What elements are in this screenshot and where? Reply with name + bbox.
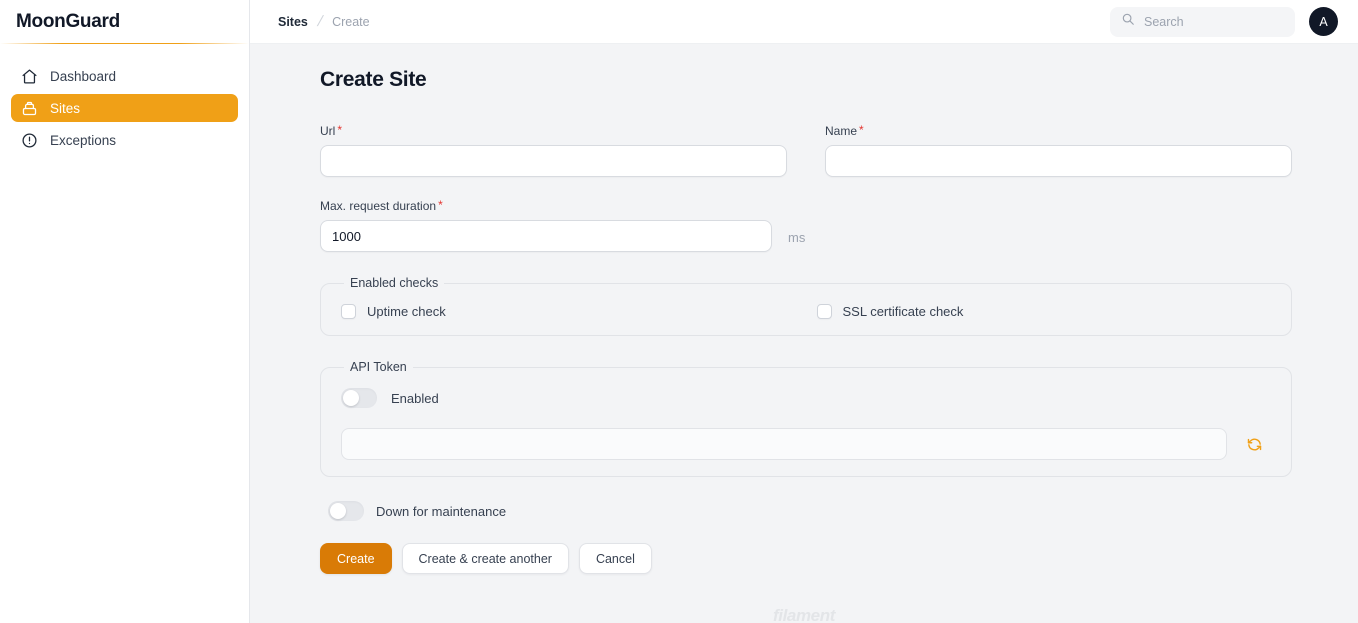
api-token-enabled-row[interactable]: Enabled — [341, 388, 1271, 408]
topbar: Sites / Create A — [250, 0, 1358, 44]
uptime-check-label[interactable]: Uptime check — [367, 304, 446, 319]
enabled-checks-fieldset: Enabled checks Uptime check SSL certific… — [320, 276, 1292, 336]
search-icon — [1121, 12, 1135, 31]
app-root: MoonGuard Dashboard Sites Exceptions Sit… — [0, 0, 1358, 623]
url-input[interactable] — [320, 145, 787, 177]
form-row-url-name: Url * Name * — [320, 122, 1292, 177]
sidebar-item-sites[interactable]: Sites — [11, 94, 238, 122]
api-token-row — [341, 428, 1271, 460]
ssl-certificate-check-checkbox[interactable] — [816, 304, 832, 319]
content-area: Create Site Url * Name * Max. request du… — [250, 44, 1358, 623]
field-name: Name * — [825, 122, 1292, 177]
toggle-knob — [343, 390, 359, 406]
enabled-checks-row: Uptime check SSL certificate check — [341, 304, 1271, 319]
sidebar-item-label: Dashboard — [50, 68, 117, 84]
api-token-legend: API Token — [350, 360, 407, 374]
field-max-request-duration: Max. request duration * — [320, 197, 772, 252]
avatar[interactable]: A — [1309, 7, 1338, 36]
search-box[interactable] — [1110, 6, 1295, 37]
brand-divider — [0, 43, 249, 44]
server-icon — [21, 100, 38, 117]
url-label: Url * — [320, 124, 342, 138]
alert-circle-icon — [21, 132, 38, 149]
sidebar-item-exceptions[interactable]: Exceptions — [11, 126, 238, 154]
ssl-certificate-check-label[interactable]: SSL certificate check — [843, 304, 964, 319]
filament-watermark: filament — [773, 606, 835, 623]
breadcrumb: Sites / Create — [278, 13, 370, 30]
maintenance-toggle[interactable] — [328, 501, 364, 521]
required-marker: * — [438, 198, 443, 212]
create-and-create-another-button[interactable]: Create & create another — [401, 543, 569, 574]
max-request-duration-label-text: Max. request duration — [320, 199, 437, 213]
brand[interactable]: MoonGuard — [0, 0, 249, 44]
maintenance-label[interactable]: Down for maintenance — [376, 504, 506, 519]
checkbox-ssl-certificate-check[interactable]: SSL certificate check — [796, 304, 1272, 319]
uptime-check-checkbox[interactable] — [341, 304, 356, 319]
api-token-fieldset: API Token Enabled — [320, 360, 1292, 477]
brand-name: MoonGuard — [16, 11, 120, 32]
api-token-enabled-toggle[interactable] — [341, 388, 377, 408]
breadcrumb-current: Create — [332, 14, 370, 29]
create-site-form: Create Site Url * Name * Max. request du… — [250, 68, 1358, 574]
toggle-knob — [330, 503, 346, 519]
maintenance-row[interactable]: Down for maintenance — [328, 501, 1292, 521]
api-token-input[interactable] — [341, 428, 1227, 460]
name-label: Name * — [825, 124, 864, 138]
sidebar-item-label: Sites — [50, 100, 81, 116]
sidebar-nav: Dashboard Sites Exceptions — [0, 44, 249, 154]
refresh-icon[interactable] — [1237, 428, 1271, 460]
form-actions: Create Create & create another Cancel — [320, 543, 1292, 574]
checkbox-uptime-check[interactable]: Uptime check — [341, 304, 796, 319]
sidebar-item-dashboard[interactable]: Dashboard — [11, 62, 238, 90]
sidebar: MoonGuard Dashboard Sites Exceptions — [0, 0, 250, 623]
enabled-checks-legend: Enabled checks — [350, 276, 439, 290]
field-url: Url * — [320, 122, 787, 177]
cancel-button[interactable]: Cancel — [578, 543, 652, 574]
max-request-duration-input[interactable] — [320, 220, 772, 252]
search-input[interactable] — [1144, 14, 1284, 29]
max-request-duration-label: Max. request duration * — [320, 199, 443, 213]
required-marker: * — [337, 123, 342, 137]
required-marker: * — [859, 123, 864, 137]
topbar-actions: A — [1110, 6, 1338, 37]
url-label-text: Url — [320, 124, 336, 138]
form-row-duration: Max. request duration * ms — [320, 197, 1292, 252]
page-title: Create Site — [320, 68, 427, 91]
main-area: Sites / Create A Create Site — [250, 0, 1358, 623]
breadcrumb-parent[interactable]: Sites — [278, 15, 308, 29]
name-input[interactable] — [825, 145, 1292, 177]
api-token-enabled-label[interactable]: Enabled — [391, 391, 439, 406]
create-button[interactable]: Create — [320, 543, 392, 574]
home-icon — [21, 68, 38, 85]
sidebar-item-label: Exceptions — [50, 132, 117, 148]
breadcrumb-separator: / — [315, 13, 325, 30]
name-label-text: Name — [825, 124, 858, 138]
duration-suffix: ms — [788, 230, 806, 245]
